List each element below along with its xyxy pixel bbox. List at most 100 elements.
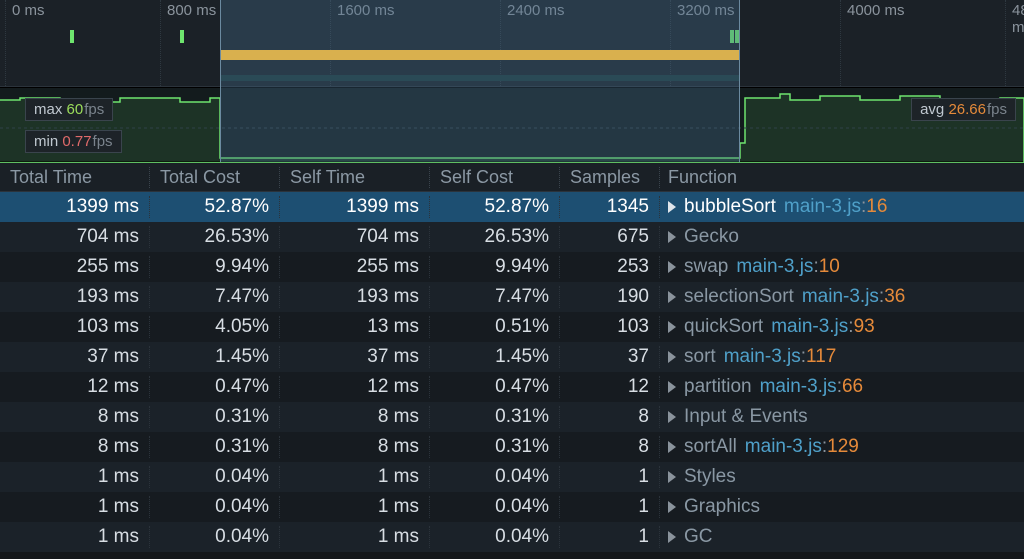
cell-samples: 8 (560, 436, 660, 458)
cell-self-time: 193 ms (280, 286, 430, 308)
table-row[interactable]: 704 ms26.53%704 ms26.53%675Gecko (0, 222, 1024, 252)
cell-self-cost: 52.87% (430, 196, 560, 218)
cell-self-time: 704 ms (280, 226, 430, 248)
fps-unit: fps (84, 101, 104, 118)
table-row[interactable]: 12 ms0.47%12 ms0.47%12partitionmain-3.js… (0, 372, 1024, 402)
expand-icon[interactable] (668, 201, 676, 213)
cell-self-time: 1 ms (280, 466, 430, 488)
cell-total-cost: 0.31% (150, 436, 280, 458)
cell-total-cost: 52.87% (150, 196, 280, 218)
fps-max-badge: max 60fps (25, 98, 113, 121)
function-name: swap (684, 256, 728, 278)
timeline-selection-track (221, 75, 739, 81)
cell-function: quickSort main-3.js:93 (660, 316, 1024, 338)
cell-total-cost: 4.05% (150, 316, 280, 338)
cell-self-time: 37 ms (280, 346, 430, 368)
table-row[interactable]: 1 ms0.04%1 ms0.04%1Graphics (0, 492, 1024, 522)
source-link[interactable]: main-3.js:117 (724, 346, 837, 368)
cell-total-time: 12 ms (0, 376, 150, 398)
expand-icon[interactable] (668, 321, 676, 333)
expand-icon[interactable] (668, 441, 676, 453)
function-name: sort (684, 346, 716, 368)
function-name: GC (684, 526, 713, 548)
cell-self-time: 12 ms (280, 376, 430, 398)
table-row[interactable]: 103 ms4.05%13 ms0.51%103quickSortmain-3.… (0, 312, 1024, 342)
expand-icon[interactable] (668, 351, 676, 363)
table-row[interactable]: 1 ms0.04%1 ms0.04%1GC (0, 522, 1024, 552)
cell-total-cost: 0.47% (150, 376, 280, 398)
fps-min-value: 0.77 (62, 133, 91, 150)
cell-total-cost: 0.04% (150, 496, 280, 518)
cell-samples: 675 (560, 226, 660, 248)
expand-icon[interactable] (668, 381, 676, 393)
fps-avg-label: avg (920, 101, 944, 118)
cell-self-cost: 0.51% (430, 316, 560, 338)
table-row[interactable]: 1399 ms52.87%1399 ms52.87%1345bubbleSort… (0, 192, 1024, 222)
expand-icon[interactable] (668, 261, 676, 273)
col-self-cost[interactable]: Self Cost (430, 167, 560, 188)
fps-max-label: max (34, 101, 62, 118)
cell-function: Input & Events (660, 406, 1024, 428)
fps-avg-value: 26.66 (948, 101, 986, 118)
source-link[interactable]: main-3.js:93 (771, 316, 875, 338)
cell-function: Graphics (660, 496, 1024, 518)
cell-total-cost: 9.94% (150, 256, 280, 278)
cell-total-cost: 0.04% (150, 526, 280, 548)
timeline-selection[interactable] (220, 0, 740, 162)
cell-self-time: 1 ms (280, 526, 430, 548)
expand-icon[interactable] (668, 501, 676, 513)
cell-samples: 1 (560, 526, 660, 548)
function-name: partition (684, 376, 752, 398)
source-link[interactable]: main-3.js:16 (784, 196, 888, 218)
cell-total-time: 704 ms (0, 226, 150, 248)
table-header: Total Time Total Cost Self Time Self Cos… (0, 162, 1024, 192)
table-row[interactable]: 8 ms0.31%8 ms0.31%8Input & Events (0, 402, 1024, 432)
cell-self-time: 8 ms (280, 406, 430, 428)
cell-self-cost: 0.04% (430, 526, 560, 548)
expand-icon[interactable] (668, 471, 676, 483)
expand-icon[interactable] (668, 291, 676, 303)
tick-label: 4000 ms (847, 2, 905, 19)
expand-icon[interactable] (668, 411, 676, 423)
cell-self-time: 13 ms (280, 316, 430, 338)
table-row[interactable]: 1 ms0.04%1 ms0.04%1Styles (0, 462, 1024, 492)
cell-total-time: 1 ms (0, 496, 150, 518)
source-link[interactable]: main-3.js:129 (745, 436, 859, 458)
cell-function: Styles (660, 466, 1024, 488)
cell-function: swap main-3.js:10 (660, 256, 1024, 278)
col-self-time[interactable]: Self Time (280, 167, 430, 188)
cell-total-time: 37 ms (0, 346, 150, 368)
cell-self-cost: 1.45% (430, 346, 560, 368)
expand-icon[interactable] (668, 531, 676, 543)
source-link[interactable]: main-3.js:10 (736, 256, 840, 278)
col-samples[interactable]: Samples (560, 167, 660, 188)
table-row[interactable]: 193 ms7.47%193 ms7.47%190selectionSortma… (0, 282, 1024, 312)
col-total-cost[interactable]: Total Cost (150, 167, 280, 188)
function-name: selectionSort (684, 286, 794, 308)
cell-function: sort main-3.js:117 (660, 346, 1024, 368)
cell-total-time: 103 ms (0, 316, 150, 338)
source-link[interactable]: main-3.js:66 (760, 376, 864, 398)
cell-self-time: 255 ms (280, 256, 430, 278)
cell-total-cost: 26.53% (150, 226, 280, 248)
cell-total-time: 1399 ms (0, 196, 150, 218)
function-name: quickSort (684, 316, 763, 338)
table-body: 1399 ms52.87%1399 ms52.87%1345bubbleSort… (0, 192, 1024, 552)
fps-min-label: min (34, 133, 58, 150)
table-row[interactable]: 8 ms0.31%8 ms0.31%8sortAllmain-3.js:129 (0, 432, 1024, 462)
function-name: Styles (684, 466, 736, 488)
table-row[interactable]: 37 ms1.45%37 ms1.45%37sortmain-3.js:117 (0, 342, 1024, 372)
col-total-time[interactable]: Total Time (0, 167, 150, 188)
timeline-ruler[interactable]: 0 ms 800 ms 1600 ms 2400 ms 3200 ms 4000… (0, 0, 1024, 87)
cell-self-cost: 0.04% (430, 466, 560, 488)
col-function[interactable]: Function (660, 167, 1024, 188)
fps-unit: fps (987, 101, 1007, 118)
cell-self-cost: 9.94% (430, 256, 560, 278)
table-row[interactable]: 255 ms9.94%255 ms9.94%253swapmain-3.js:1… (0, 252, 1024, 282)
cell-function: GC (660, 526, 1024, 548)
tick-label: 0 ms (12, 2, 45, 19)
source-link[interactable]: main-3.js:36 (802, 286, 906, 308)
cell-self-cost: 0.04% (430, 496, 560, 518)
expand-icon[interactable] (668, 231, 676, 243)
cell-samples: 190 (560, 286, 660, 308)
